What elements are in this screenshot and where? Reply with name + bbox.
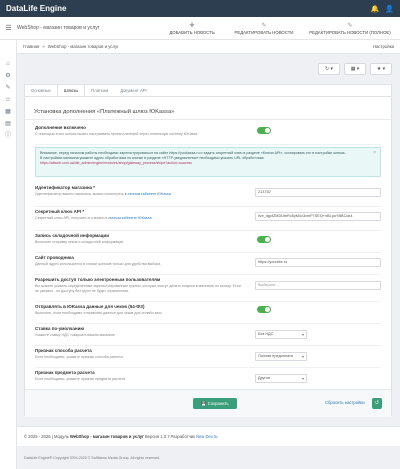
site-url-input[interactable]: https://yoursite.ru — [255, 258, 381, 267]
add-news-button[interactable]: ✚ ДОБАВИТЬ НОВОСТЬ — [156, 22, 228, 35]
tools-icon[interactable]: ✎ — [0, 82, 16, 94]
setting-desc: Данный адрес используется в списке шлюзо… — [35, 262, 162, 266]
tab-gateways[interactable]: Шлюзы — [56, 85, 86, 96]
setting-label: Запись складочной информации — [35, 233, 109, 238]
setting-row-vat: Ставка по-умолчанию Укажите ставку НДС т… — [35, 324, 381, 346]
chevron-down-icon: ▾ — [301, 354, 304, 359]
setting-label: Ставка по-умолчанию — [35, 326, 85, 331]
divider — [25, 119, 391, 120]
chevron-down-icon: ▾ — [301, 332, 304, 337]
users-icon[interactable]: ☺ — [0, 94, 16, 106]
tab-api-doc[interactable]: Документ API — [114, 85, 153, 96]
reset-settings-link[interactable]: Сбросить настройки — [325, 400, 365, 405]
setting-label: Признак способа расчета — [35, 348, 92, 353]
secret-key-input[interactable]: live_dgcfZMDUteRc6yM4x3xmP7SEQ+nBLpoYBBC… — [255, 212, 381, 221]
setting-desc: Вы можете указать определенные зарегистр… — [35, 284, 241, 293]
add-file-icon: ✚ — [189, 22, 195, 29]
star-button[interactable]: ★ ▾ — [370, 63, 392, 75]
settings-icon[interactable]: ⚙ — [0, 70, 16, 82]
setting-label: Разрешить доступ только электронным поль… — [35, 277, 161, 282]
reset-icon[interactable]: ↺ — [372, 398, 382, 409]
setting-row-receipt: Запись складочной информации Включите от… — [35, 231, 381, 253]
breadcrumb: Главная » WebShop - магазин товаров и ус… — [17, 40, 400, 54]
dle-copyright: DataLife Engine® Copyright 2004-2025 © S… — [24, 455, 161, 460]
user-icon[interactable]: 👤 — [385, 5, 394, 13]
setting-row-pay-subject: Признак предмета расчета Если необходимо… — [35, 368, 381, 389]
yookassa-link[interactable]: в личном кабинете ЮKassa — [125, 192, 171, 196]
yookassa-link[interactable]: личном кабинете ЮKassa — [108, 216, 151, 220]
setting-row-secret: Секретный ключ API * Секретный ключ API,… — [35, 207, 381, 231]
tab-main[interactable]: Основные — [25, 85, 57, 96]
home-icon[interactable]: ⌂ — [0, 58, 16, 70]
setting-desc: Если необходимо, укажите признак способа… — [35, 355, 123, 359]
edit-news-full-button[interactable]: ✎ РЕДАКТИРОВАТЬ НОВОСТИ (ПОЛНОЕ) — [300, 22, 400, 35]
breadcrumb-home[interactable]: Главная — [23, 44, 39, 49]
vat-select[interactable]: Без НДС ▾ — [255, 330, 307, 339]
setting-label: Признак предмета расчета — [35, 370, 95, 375]
edit-news-button[interactable]: ✎ РЕДАКТИРОВАТЬ НОВОСТИ — [228, 22, 300, 35]
top-bar: DataLife Engine 🔔 👤 — [0, 0, 400, 17]
tabs: Основные Шлюзы Платежи Документ API — [24, 84, 392, 96]
hamburger-menu-icon[interactable]: ☰ — [0, 24, 17, 32]
app-title: DataLife Engine — [6, 4, 67, 13]
setting-row-site-url: Сайт проводника Данный адрес используетс… — [35, 253, 381, 275]
site-header: ☰ WebShop - магазин товаров и услуг ✚ ДО… — [0, 17, 400, 40]
panel-footer: 💾 Сохранить Сбросить настройки ↺ — [25, 389, 391, 417]
setting-row-groups: Разрешить доступ только электронным поль… — [35, 275, 381, 302]
pay-method-select[interactable]: Полная предоплата ▾ — [255, 352, 307, 361]
setting-label: Отправлять в ЮKassa данные для чеков (54… — [35, 304, 145, 309]
setting-label: Секретный ключ API * — [35, 209, 85, 214]
site-name: WebShop - магазин товаров и услуг — [17, 25, 100, 31]
settings-link[interactable]: Настройки — [373, 44, 394, 49]
info-icon[interactable]: ⓘ — [0, 130, 16, 142]
panel-title: Установка дополнения «Платежный шлюз ЮKa… — [34, 109, 175, 115]
enabled-toggle[interactable] — [257, 127, 271, 134]
sidebar: ⌂ ⚙ ✎ ☺ ▦ ▤ ⓘ — [0, 40, 17, 469]
info-alert: × Внимание, перед началом работы необход… — [35, 147, 381, 177]
shop-id-input[interactable]: 213752 — [255, 188, 381, 197]
setting-label: Сайт проводника — [35, 255, 74, 260]
send-toggle[interactable] — [257, 306, 271, 313]
setting-desc: Идентификатор вашего магазина, можно пос… — [35, 192, 171, 196]
stats-icon[interactable]: ▤ — [0, 118, 16, 130]
setting-row-send: Отправлять в ЮKassa данные для чеков (54… — [35, 302, 381, 324]
setting-row-enabled: Дополнение включено С помощью этого шлюз… — [35, 123, 381, 145]
setting-desc: Если необходимо, укажите признак предмет… — [35, 377, 126, 381]
module-name: WebShop - магазин товаров и услуг — [69, 434, 144, 439]
setting-row-pay-method: Признак способа расчета Если необходимо,… — [35, 346, 381, 368]
setting-desc: Секретный ключ API, получить его можно в… — [35, 216, 152, 220]
save-button[interactable]: 💾 Сохранить — [193, 398, 237, 409]
receipt-toggle[interactable] — [257, 236, 271, 243]
breadcrumb-current: WebShop - магазин товаров и услуг — [47, 44, 119, 49]
refresh-button[interactable]: ↻ ▾ — [318, 63, 340, 75]
setting-desc: Укажите ставку НДС товаров в вашем магаз… — [35, 333, 115, 337]
setting-label: Дополнение включено — [35, 125, 86, 130]
tab-payments[interactable]: Платежи — [85, 85, 114, 96]
grid-button[interactable]: ▦ ▾ — [344, 63, 366, 75]
setting-row-shop-id: Идентификатор магазина * Идентификатор в… — [35, 183, 381, 207]
edit-icon: ✎ — [261, 22, 267, 29]
settings-panel: Установка дополнения «Платежный шлюз ЮKa… — [24, 96, 392, 417]
setting-desc: Включите отправку чеков и складочной инф… — [35, 240, 124, 244]
bell-icon[interactable]: 🔔 — [371, 5, 380, 13]
close-icon[interactable]: × — [373, 151, 376, 156]
setting-desc: Включите, если необходимо отправлять дан… — [35, 311, 162, 315]
setting-desc: С помощью этого шлюза можно настраивать … — [35, 132, 199, 136]
alert-url: https://allweb.com.ua/dle_admin/engine/m… — [40, 161, 192, 165]
chevron-down-icon: ▾ — [301, 376, 304, 381]
setting-label: Идентификатор магазина * — [35, 185, 96, 190]
breadcrumb-separator: » — [42, 44, 45, 49]
toolbar: ↻ ▾ ▦ ▾ ★ ▾ — [17, 54, 400, 84]
groups-select[interactable]: Выберите... — [255, 281, 381, 290]
edit-full-icon: ✎ — [347, 22, 353, 29]
modules-icon[interactable]: ▦ — [0, 106, 16, 118]
developer-link[interactable]: New Dev.ru — [196, 434, 218, 439]
pay-subject-select[interactable]: Другое ▾ — [255, 374, 307, 383]
copyright-bar: © 2025 - 2026 | Модуль WebShop - магазин… — [17, 426, 400, 446]
version: Версия 1.0.7 — [144, 434, 170, 439]
